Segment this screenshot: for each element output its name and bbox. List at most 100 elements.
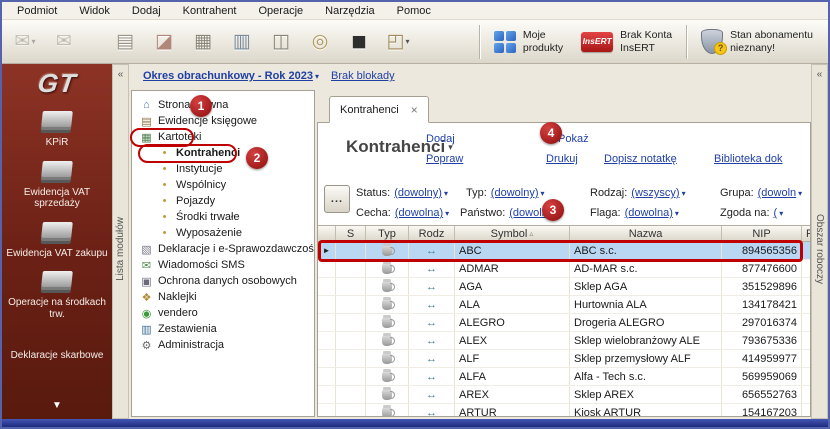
column-header-nazwa[interactable]: Nazwa [570,226,722,241]
column-header-symbol[interactable]: Symbol▵ [455,226,570,241]
cell-symbol: ALFA [455,368,570,385]
filter-value[interactable]: (dowolna) [625,207,673,219]
cube-icon[interactable]: ◼ [342,25,376,59]
eraser-icon[interactable]: ◪ [147,25,181,59]
tree-item-pojazdy[interactable]: •Pojazdy [132,193,314,209]
insert-account-button[interactable]: InsERT Brak Konta InsERT [572,20,681,63]
filter-value[interactable]: (dowolny) [491,187,539,199]
module-ewidencja-vat-sprzeda-y[interactable]: Ewidencja VAT sprzedaży [2,161,112,210]
calculator-icon[interactable]: ▦ [186,25,220,59]
tree-item-wiadomo-ci-sms[interactable]: ✉Wiadomości SMS [132,257,314,273]
workspace-strip[interactable]: « Obszar roboczy [811,64,828,419]
column-header-nip[interactable]: NIP [722,226,802,241]
lock-status-link[interactable]: Brak blokady [331,70,395,82]
column-header-s[interactable]: S [336,226,366,241]
action-dopisz-notatke[interactable]: Dopisz notatkę [604,153,677,165]
menu-item-podmiot[interactable]: Podmiot [6,3,68,19]
filter-grupa[interactable]: Grupa:(dowoln▾ [720,187,811,199]
module-deklaracje-skarbowe[interactable]: Deklaracje skarbowe [2,350,112,362]
tree-item-ewidencje-ksi-gowe[interactable]: ▤Ewidencje księgowe [132,113,314,129]
filter-value[interactable]: (dowolny) [394,187,442,199]
collapse-right-icon[interactable]: « [817,69,823,80]
accounting-period-selector[interactable]: Okres obrachunkowy - Rok 2023▾ [143,70,319,82]
tree-item-zestawienia[interactable]: ▥Zestawienia [132,321,314,337]
tree-item-ochrona-danych-osobowych[interactable]: ▣Ochrona danych osobowych [132,273,314,289]
column-header-f[interactable]: F [802,226,811,241]
cell-nip: 656552763 [722,386,802,403]
menu-item-pomoc[interactable]: Pomoc [386,3,442,19]
module-ewidencja-vat-zakupu[interactable]: Ewidencja VAT zakupu [2,222,112,260]
filter-zgoda-na[interactable]: Zgoda na:(▾ [720,207,811,219]
menu-item-narz-dzia[interactable]: Narzędzia [314,3,386,19]
modules-strip[interactable]: « Lista modułów [112,64,129,419]
tree-item-kartoteki[interactable]: ▦Kartoteki [132,129,314,145]
cell-rodz: ↔ [409,242,455,259]
tree-item-administracja[interactable]: ⚙Administracja [132,337,314,353]
table-row-arex[interactable]: ↔AREXSklep AREX656552763 [318,386,810,404]
table-row-alf[interactable]: ↔ALFSklep przemysłowy ALF414959977 [318,350,810,368]
module-label: Deklaracje skarbowe [11,350,104,362]
module-rail: GT KPiREwidencja VAT sprzedażyEwidencja … [2,64,112,419]
more-filters-button[interactable]: ... [324,185,350,213]
module-kpir[interactable]: KPiR [2,111,112,149]
table-row-abc[interactable]: ►↔ABCABC s.c.894565356 [318,242,810,260]
coins-icon[interactable]: ◎ [303,25,337,59]
module-operacje-na-rodkach-trw[interactable]: Operacje na środkach trw. [2,271,112,320]
table-row-admar[interactable]: ↔ADMARAD-MAR s.c.877476600 [318,260,810,278]
license-status-button[interactable]: ? Stan abonamentu nieznany! [692,20,822,63]
collapse-left-icon[interactable]: « [118,69,124,80]
filter-value[interactable]: (wszyscy) [631,187,679,199]
documents-icon[interactable]: ▤ [108,25,142,59]
table-row-ala[interactable]: ↔ALAHurtownia ALA134178421 [318,296,810,314]
tree-item-wyposa-enie[interactable]: •Wyposażenie [132,225,314,241]
action-drukuj[interactable]: Drukuj [546,153,578,165]
menu-item-dodaj[interactable]: Dodaj [121,3,172,19]
tree-item-kontrahenci[interactable]: •Kontrahenci [132,145,314,161]
rail-more-button[interactable]: ▼ [52,400,62,411]
table-row-aga[interactable]: ↔AGASklep AGA351529896 [318,278,810,296]
mail-icon[interactable]: ✉ [47,25,81,59]
filter-value[interactable]: (dowolna) [395,207,443,219]
column-header-selector[interactable] [318,226,336,241]
my-products-button[interactable]: Moje produkty [485,20,572,63]
cell-symbol: ADMAR [455,260,570,277]
reports-icon[interactable]: ▥ [225,25,259,59]
tree-item-vendero[interactable]: ◉vendero [132,305,314,321]
tree-item-deklaracje-i-e-sprawozdawczo[interactable]: ▧Deklaracje i e-Sprawozdawczość [132,241,314,257]
contractor-type-icon [382,299,392,310]
filter-cecha[interactable]: Cecha:(dowolna)▾ [356,207,460,219]
tree-item-label: Strona główna [158,99,228,111]
tree-item-naklejki[interactable]: ❖Naklejki [132,289,314,305]
menu-item-operacje[interactable]: Operacje [248,3,315,19]
filter-value[interactable]: (dowoln [758,187,797,199]
filter-pa-stwo[interactable]: Państwo:(dowolne)▾ [460,207,590,219]
filter-flaga[interactable]: Flaga:(dowolna)▾ [590,207,720,219]
table-row-artur[interactable]: ↔ARTURKiosk ARTUR154167203 [318,404,810,417]
send-icon[interactable]: ✉▾ [8,25,42,59]
filter-value[interactable]: ( [774,207,778,219]
vat-sales-icon [41,161,73,177]
printer-icon[interactable]: ◫ [264,25,298,59]
package-icon[interactable]: ◰▾ [381,25,415,59]
filter-status[interactable]: Status:(dowolny)▾ [356,187,466,199]
menu-item-widok[interactable]: Widok [68,3,121,19]
table-row-alfa[interactable]: ↔ALFAAlfa - Tech s.c.569959069 [318,368,810,386]
tree-item-instytucje[interactable]: •Instytucje [132,161,314,177]
action-biblioteka-dokumentow[interactable]: Biblioteka dok [714,153,783,165]
action-popraw[interactable]: Popraw [426,153,463,165]
filter-rodzaj[interactable]: Rodzaj:(wszyscy)▾ [590,187,720,199]
column-header-rodz[interactable]: Rodz [409,226,455,241]
tree-item-strona-g-wna[interactable]: ⌂Strona główna [132,97,314,113]
menu-item-kontrahent[interactable]: Kontrahent [172,3,248,19]
action-pokaz[interactable]: Pokaż [558,133,589,145]
tab-close-icon[interactable]: × [411,103,418,117]
filter-value[interactable]: (dowolne) [509,207,557,219]
action-dodaj[interactable]: Dodaj [426,133,455,145]
tree-item-rodki-trwa-e[interactable]: •Środki trwałe [132,209,314,225]
tree-item-wsp-lnicy[interactable]: •Wspólnicy [132,177,314,193]
column-header-typ[interactable]: Typ [366,226,409,241]
table-row-alegro[interactable]: ↔ALEGRODrogeria ALEGRO297016374 [318,314,810,332]
tab-kontrahenci[interactable]: Kontrahenci × [329,96,429,123]
table-row-alex[interactable]: ↔ALEXSklep wielobranżowy ALE793675336 [318,332,810,350]
filter-typ[interactable]: Typ:(dowolny)▾ [466,187,590,199]
